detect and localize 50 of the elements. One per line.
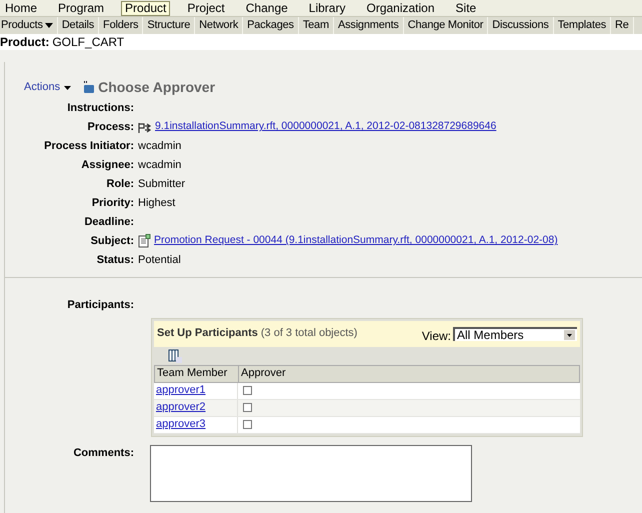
- field-label: Priority:: [90, 196, 135, 211]
- comments-field[interactable]: [150, 444, 472, 502]
- field-value: wcadmin: [138, 138, 182, 154]
- column-header[interactable]: Approver: [239, 366, 579, 382]
- member-link[interactable]: approver3: [156, 416, 206, 433]
- approver-checkbox[interactable]: [243, 386, 252, 395]
- document-icon: [138, 234, 151, 248]
- approver-checkbox[interactable]: [243, 403, 252, 412]
- field-label: Deadline:: [83, 214, 135, 230]
- field-label: Role:: [106, 176, 135, 192]
- menu-item[interactable]: Home: [1, 0, 42, 16]
- actions-menu[interactable]: Actions: [24, 79, 72, 96]
- context-label: Product:: [0, 34, 50, 51]
- context-value: GOLF_CART: [52, 34, 124, 51]
- view-label: View:: [422, 328, 451, 344]
- menu-item[interactable]: Site: [452, 0, 480, 16]
- participants-label: Participants:: [66, 298, 135, 313]
- menu-item[interactable]: Library: [304, 0, 350, 16]
- field-label: Process:: [86, 120, 135, 135]
- field-value: Highest: [138, 196, 176, 211]
- field-value: wcadmin: [138, 158, 182, 173]
- menu-item[interactable]: Product: [121, 0, 170, 16]
- member-link[interactable]: approver1: [156, 382, 206, 399]
- menu-item[interactable]: Project: [183, 0, 229, 16]
- object-count: (3 of 3 total objects): [260, 326, 358, 342]
- column-header[interactable]: Team Member: [155, 366, 239, 382]
- menu-item[interactable]: Organization: [362, 0, 439, 16]
- task-title: Choose Approver: [98, 78, 216, 97]
- caret-icon: [64, 86, 72, 90]
- panel-title: Set Up Participants: [157, 326, 258, 342]
- member-link[interactable]: approver2: [156, 399, 206, 416]
- field-link[interactable]: 9.1installationSummary.rft, 0000000021, A.1, 2012-02-081328729689646: [155, 119, 496, 135]
- comments-label: Comments:: [72, 446, 135, 460]
- field-label: Instructions:: [66, 100, 135, 116]
- field-label: Status:: [96, 252, 135, 268]
- field-value: Submitter: [138, 176, 186, 192]
- task-icon: [83, 81, 96, 94]
- table-settings-icon[interactable]: [168, 348, 182, 362]
- field-label: Assignee:: [80, 158, 135, 173]
- field-link[interactable]: Promotion Request - 00044 (9.1installationSummary.rft, 0000000021, A.1, 2012-02-08): [154, 233, 558, 249]
- view-dropdown[interactable]: All Members: [453, 326, 577, 340]
- caret-icon: [44, 23, 53, 28]
- workflow-icon: [138, 120, 152, 134]
- field-label: Process Initiator:: [43, 138, 135, 154]
- approver-checkbox[interactable]: [243, 420, 252, 429]
- menu-item[interactable]: Change: [242, 0, 292, 16]
- caret-icon: [564, 330, 575, 340]
- field-label: Subject:: [90, 234, 135, 249]
- menu-item[interactable]: Program: [54, 0, 108, 16]
- field-value: Potential: [138, 252, 181, 268]
